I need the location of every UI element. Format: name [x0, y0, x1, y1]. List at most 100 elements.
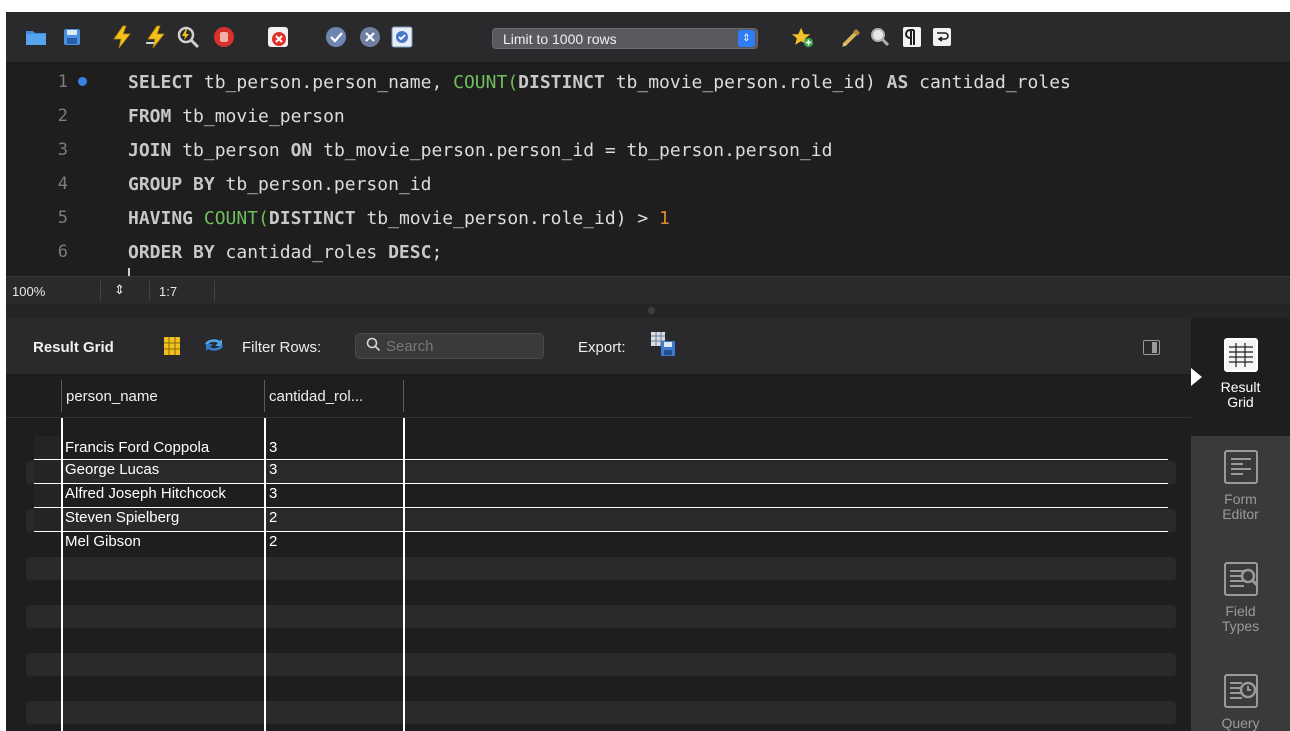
find-icon[interactable]: [868, 25, 892, 49]
add-snippet-icon[interactable]: [790, 25, 814, 49]
splitter-handle-icon[interactable]: [648, 307, 655, 314]
keyword: ORDER BY: [128, 241, 215, 263]
function: COUNT: [203, 207, 259, 229]
line-number: 6: [57, 242, 68, 262]
row-header[interactable]: [34, 508, 62, 531]
filter-rows-search[interactable]: [355, 333, 544, 359]
semicolon: ;: [431, 241, 443, 263]
limit-rows-label: Limit to 1000 rows: [503, 30, 617, 47]
table-row[interactable]: George Lucas 3: [34, 460, 1168, 484]
toggle-side-panel-icon[interactable]: [1143, 340, 1160, 355]
line-number: 1: [57, 72, 68, 92]
column-header-cantidad-roles[interactable]: cantidad_rol...: [265, 374, 403, 418]
result-toolbar: Result Grid Filter Rows: Export:: [6, 318, 1191, 374]
column-header-person-name[interactable]: person_name: [62, 374, 264, 418]
identifier: tb_movie_person.role_id) >: [355, 207, 660, 229]
commit-icon[interactable]: [324, 25, 348, 49]
side-item-label-line: Form: [1224, 491, 1257, 507]
cell-cantidad-roles[interactable]: 3: [269, 485, 277, 502]
editor-line: 4 GROUP BY tb_person.person_id: [6, 167, 1290, 201]
row-header[interactable]: [34, 484, 62, 507]
divider: [100, 281, 101, 301]
form-editor-icon: [1223, 450, 1258, 484]
explain-icon[interactable]: [176, 25, 200, 49]
cell-person-name[interactable]: Mel Gibson: [65, 533, 141, 550]
field-types-icon: [1223, 562, 1258, 596]
side-item-form-editor[interactable]: Form Editor: [1191, 450, 1290, 522]
autocommit-icon[interactable]: [390, 25, 414, 49]
table-row[interactable]: Steven Spielberg 2: [34, 508, 1168, 532]
identifier: cantidad_roles: [214, 241, 389, 263]
function: COUNT: [453, 71, 508, 93]
code-text: HAVING COUNT(DISTINCT tb_movie_person.ro…: [128, 208, 670, 229]
code-text: ORDER BY cantidad_roles DESC;: [128, 242, 442, 263]
cell-cantidad-roles[interactable]: 3: [269, 461, 277, 478]
chevron-updown-icon: ⇕: [738, 30, 755, 47]
sql-editor[interactable]: 1 SELECT tb_person.person_name, COUNT(DI…: [6, 62, 1290, 276]
keyword: JOIN: [128, 139, 172, 161]
cell-cantidad-roles[interactable]: 2: [269, 509, 277, 526]
cell-cantidad-roles[interactable]: 2: [269, 533, 277, 550]
identifier: cantidad_roles: [908, 71, 1071, 93]
code-text: JOIN tb_person ON tb_movie_person.person…: [128, 140, 832, 161]
row-stripe: [26, 557, 1176, 580]
export-label: Export:: [578, 339, 626, 356]
editor-line: 1 SELECT tb_person.person_name, COUNT(DI…: [6, 65, 1290, 99]
side-item-query-stats[interactable]: Query: [1191, 674, 1290, 731]
zoom-stepper-icon[interactable]: ⇕: [114, 282, 125, 298]
row-header[interactable]: [34, 460, 62, 483]
identifier: tb_movie_person.person_id = tb_person.pe…: [312, 139, 833, 161]
column-grid-line: [403, 418, 405, 731]
zoom-level[interactable]: 100%: [12, 284, 45, 299]
column-grid-line: [61, 418, 63, 731]
table-row[interactable]: Alfred Joseph Hitchcock 3: [34, 484, 1168, 508]
column-grid-line: [264, 418, 266, 731]
cell-person-name[interactable]: Steven Spielberg: [65, 509, 179, 526]
cell-person-name[interactable]: Alfred Joseph Hitchcock: [65, 485, 226, 502]
keyword: DESC: [388, 241, 432, 263]
invisible-chars-icon[interactable]: [900, 25, 924, 49]
line-number: 4: [57, 174, 68, 194]
editor-line: 6 ORDER BY cantidad_roles DESC;: [6, 235, 1290, 269]
panel-splitter[interactable]: [6, 304, 1290, 318]
cursor-position: 1:7: [159, 284, 178, 299]
paren: (: [258, 207, 269, 229]
identifier: tb_person: [171, 139, 291, 161]
side-item-result-grid[interactable]: Result Grid: [1191, 338, 1290, 410]
column-divider[interactable]: [403, 380, 404, 412]
execute-icon[interactable]: [110, 25, 134, 49]
grid-columns-icon[interactable]: [164, 337, 180, 360]
row-stripe: [26, 701, 1176, 724]
table-row[interactable]: Mel Gibson 2: [34, 532, 1168, 556]
stop-icon[interactable]: [212, 25, 236, 49]
editor-line: 3 JOIN tb_person ON tb_movie_person.pers…: [6, 133, 1290, 167]
refresh-icon[interactable]: [202, 335, 226, 360]
side-item-label: Form Editor: [1191, 492, 1290, 522]
row-header[interactable]: [34, 532, 62, 555]
save-icon[interactable]: [60, 25, 84, 49]
identifier: tb_person.person_id: [214, 173, 432, 195]
result-grid: person_name cantidad_rol... Francis Ford…: [6, 374, 1191, 731]
keyword: DISTINCT: [518, 71, 605, 93]
beautify-icon[interactable]: [840, 25, 864, 49]
identifier: tb_movie_person.role_id): [604, 71, 887, 93]
identifier: tb_person.person_name,: [193, 71, 454, 93]
rollback-icon[interactable]: [358, 25, 382, 49]
divider: [214, 281, 215, 301]
side-item-field-types[interactable]: Field Types: [1191, 562, 1290, 634]
side-item-label: Result Grid: [1191, 380, 1290, 410]
side-item-label: Query: [1191, 716, 1290, 731]
paren: (: [507, 71, 519, 93]
line-number: 2: [57, 106, 68, 126]
wrap-icon[interactable]: [930, 25, 954, 49]
cell-person-name[interactable]: George Lucas: [65, 461, 159, 478]
limit-rows-select[interactable]: Limit to 1000 rows ⇕: [492, 28, 758, 49]
export-icon[interactable]: [651, 332, 675, 361]
toggle-error-icon[interactable]: [266, 25, 290, 49]
folder-icon[interactable]: [24, 25, 48, 49]
side-item-label-line: Grid: [1227, 394, 1254, 410]
execute-current-icon[interactable]: [144, 25, 168, 49]
search-input[interactable]: [386, 337, 526, 355]
keyword: FROM: [128, 105, 172, 127]
side-item-label-line: Query: [1221, 715, 1260, 731]
